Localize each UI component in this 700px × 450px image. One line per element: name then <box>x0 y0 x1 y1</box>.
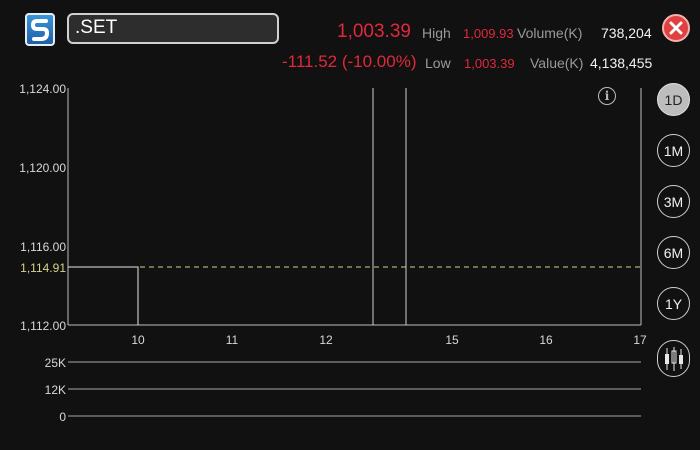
y-tick-label: 1,124.00 <box>19 82 66 96</box>
x-tick-label: 15 <box>445 333 459 347</box>
y-tick-label: 1,116.00 <box>20 240 66 254</box>
y-tick-label: 1,120.00 <box>19 161 66 175</box>
period-1y-button[interactable]: 1Y <box>657 287 690 320</box>
price-chart[interactable]: 1,124.00 1,120.00 1,116.00 1,112.00 1,11… <box>0 0 700 450</box>
period-1m-button[interactable]: 1M <box>657 134 690 167</box>
volume-tick-label: 25K <box>45 356 66 370</box>
candlestick-toggle-button[interactable] <box>657 340 690 377</box>
period-1d-button[interactable]: 1D <box>657 83 690 116</box>
x-tick-label: 16 <box>539 333 553 347</box>
volume-tick-label: 0 <box>59 410 66 424</box>
candlestick-icon <box>664 346 683 371</box>
x-tick-label: 17 <box>633 333 647 347</box>
previous-close-label: 1,114.91 <box>20 261 66 275</box>
info-icon[interactable]: i <box>598 87 616 105</box>
y-tick-label: 1,112.00 <box>20 319 66 333</box>
period-3m-button[interactable]: 3M <box>657 185 690 218</box>
price-line <box>68 266 139 325</box>
x-tick-label: 10 <box>131 333 145 347</box>
x-tick-label: 11 <box>226 333 239 347</box>
volume-tick-label: 12K <box>45 383 66 397</box>
x-tick-label: 12 <box>319 333 333 347</box>
period-6m-button[interactable]: 6M <box>657 236 690 269</box>
